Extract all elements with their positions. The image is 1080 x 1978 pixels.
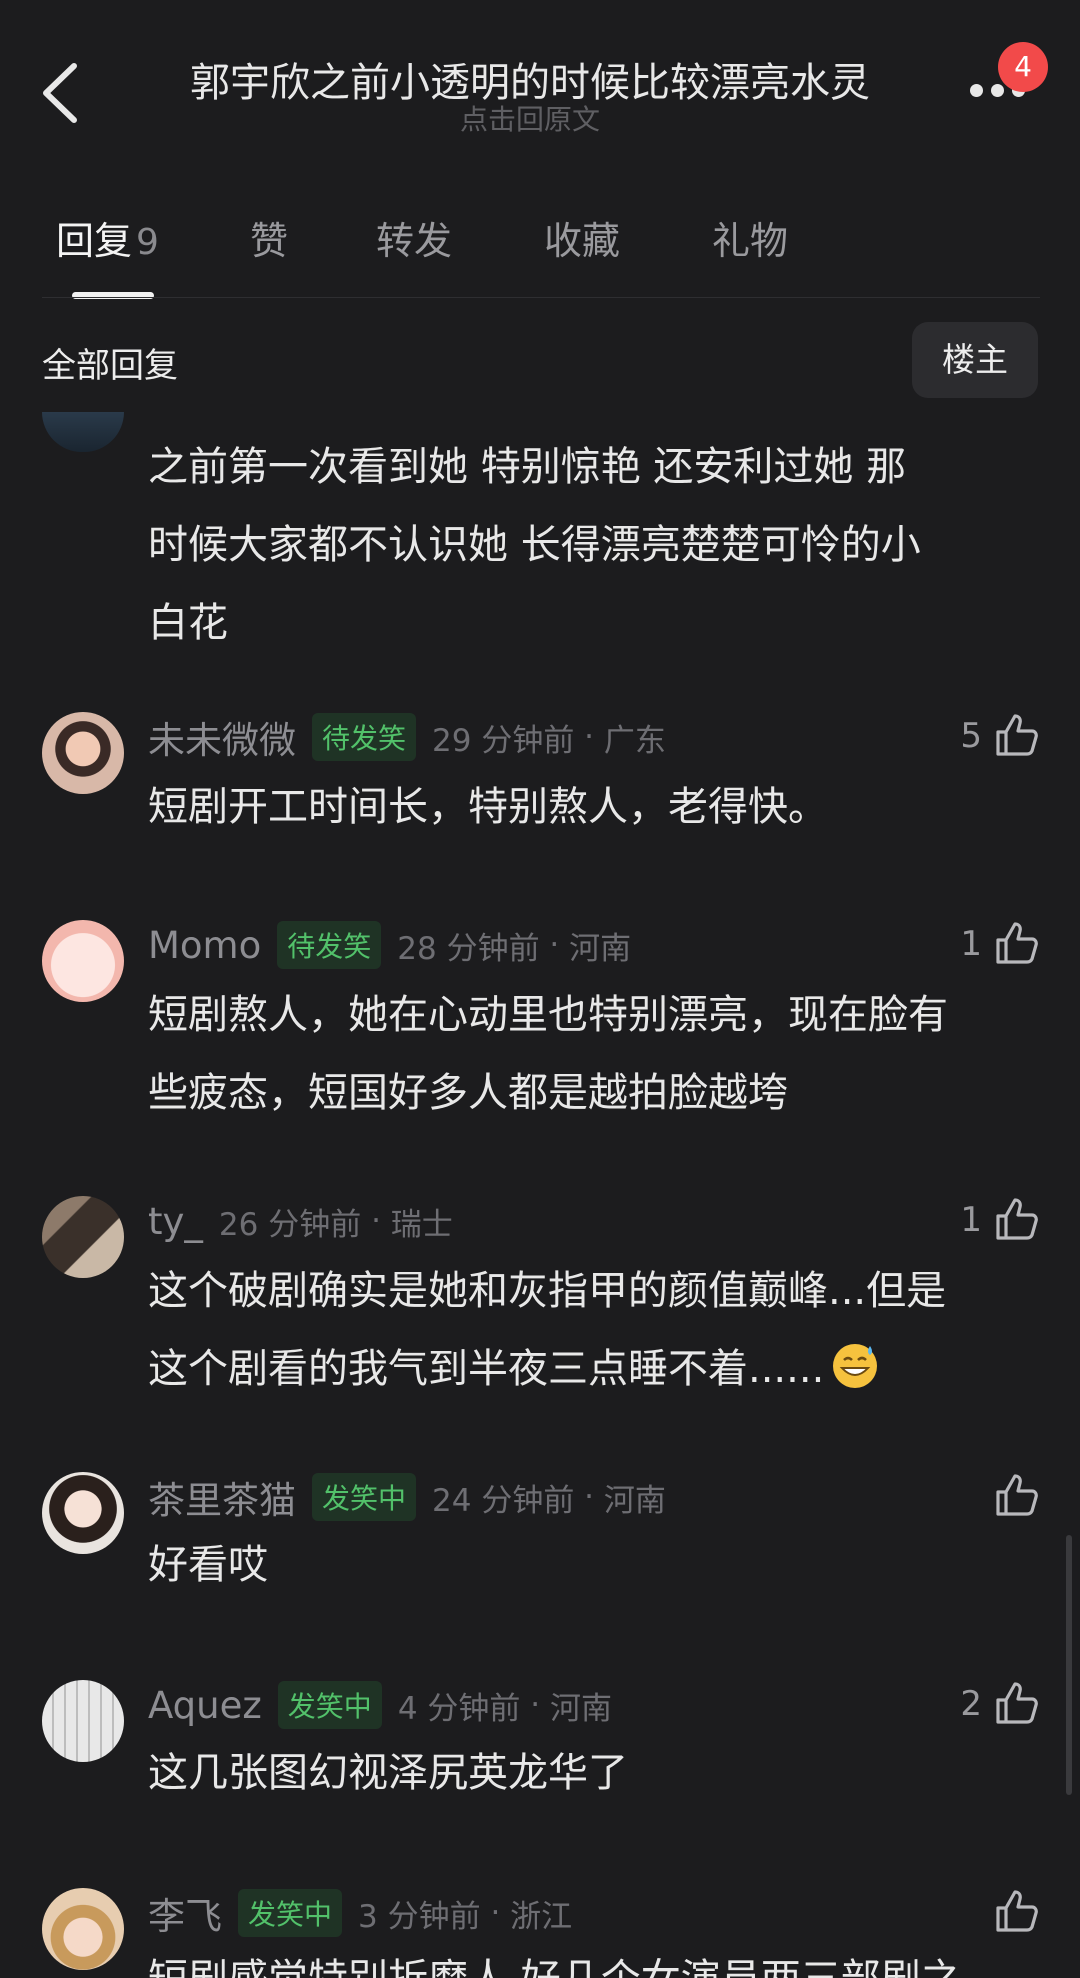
tab-gifts[interactable]: 礼物 — [712, 210, 788, 265]
section-title: 全部回复 — [42, 346, 178, 386]
timestamp: 26 分钟前 — [218, 1206, 362, 1243]
separator-dot: · — [574, 719, 604, 755]
tab-reposts[interactable]: 转发 — [376, 210, 452, 265]
location: 广东 — [603, 722, 666, 759]
comment-text: 短剧感觉特别折磨人 好几个女演员两三部剧之 — [148, 1940, 1028, 1978]
timestamp: 29 分钟前 — [432, 722, 575, 759]
comment-text: 这几张图幻视泽尻英龙华了 — [148, 1750, 628, 1796]
separator-dot: · — [520, 1687, 550, 1723]
like-count: 1 — [960, 924, 982, 964]
like-button[interactable] — [994, 712, 1040, 758]
comment-meta: 李飞 发笑中 3 分钟前 · 浙江 — [148, 1885, 572, 1941]
view-original-link[interactable]: 点击回原文 — [150, 98, 910, 138]
like-button[interactable] — [994, 1680, 1040, 1726]
more-dot-icon — [970, 84, 983, 97]
username[interactable]: Momo — [148, 924, 261, 967]
status-badge: 待发笑 — [312, 713, 417, 761]
avatar[interactable] — [42, 412, 124, 452]
reply-count: 9 — [136, 222, 159, 263]
thumbs-up-icon — [996, 1890, 1038, 1932]
thumbs-up-icon — [996, 922, 1038, 964]
scrollbar[interactable] — [1066, 1535, 1072, 1795]
more-dot-icon — [991, 84, 1004, 97]
sweat-smile-emoji-icon — [830, 1338, 880, 1416]
comment-meta: 未未微微 待发笑 29 分钟前 · 广东 — [148, 709, 666, 765]
comment-text: 之前第一次看到她 特别惊艳 还安利过她 那 时候大家都不认识她 长得漂亮楚楚可怜… — [148, 444, 921, 646]
username[interactable]: 茶里茶猫 — [148, 1470, 296, 1524]
separator-dot: · — [539, 927, 570, 963]
comment-text: 好看哎 — [148, 1542, 268, 1588]
comment-meta: 茶里茶猫 发笑中 24 分钟前 · 河南 — [148, 1469, 666, 1525]
location: 河南 — [569, 930, 632, 967]
username[interactable]: Aquez — [148, 1684, 262, 1727]
separator-dot: · — [361, 1203, 391, 1239]
comment-meta: ty_ 26 分钟前 · 瑞士 — [148, 1193, 453, 1249]
like-button[interactable] — [994, 1196, 1040, 1242]
reply-detail-screen: 郭宇欣之前小透明的时候比较漂亮水灵 点击回原文 4 回复 9 赞 转发 收藏 礼物… — [0, 0, 1080, 1978]
timestamp: 3 分钟前 — [358, 1898, 481, 1935]
location: 瑞士 — [390, 1206, 453, 1243]
comment-meta: Aquez 发笑中 4 分钟前 · 河南 — [148, 1677, 612, 1733]
avatar[interactable] — [42, 1680, 124, 1762]
username[interactable]: 李飞 — [148, 1886, 222, 1940]
tab-favorites[interactable]: 收藏 — [544, 210, 620, 265]
tab-label: 回复 — [56, 219, 133, 263]
thumbs-up-icon — [996, 1198, 1038, 1240]
location: 河南 — [603, 1482, 666, 1519]
notification-badge[interactable]: 4 — [998, 42, 1048, 92]
location: 浙江 — [510, 1898, 573, 1935]
back-button[interactable] — [36, 58, 92, 128]
timestamp: 4 分钟前 — [397, 1690, 521, 1727]
like-button[interactable] — [994, 1888, 1040, 1934]
comment-meta: Momo 待发笑 28 分钟前 · 河南 — [148, 917, 631, 973]
thumbs-up-icon — [996, 714, 1038, 756]
comment-text: 短剧熬人，她在心动里也特别漂亮，现在脸有 些疲态，短国好多人都是越拍脸越垮 — [148, 992, 948, 1116]
like-count: 2 — [960, 1684, 982, 1724]
thumbs-up-icon — [996, 1682, 1038, 1724]
avatar[interactable] — [42, 1888, 124, 1970]
avatar[interactable] — [42, 1196, 124, 1278]
chevron-left-icon — [43, 63, 77, 123]
tab-replies[interactable]: 回复 9 — [56, 210, 159, 265]
status-badge: 待发笑 — [277, 921, 382, 969]
location: 河南 — [549, 1690, 612, 1727]
comment-text: 短剧开工时间长，特别熬人，老得快。 — [148, 784, 828, 830]
comment-text: 这个破剧确实是她和灰指甲的颜值巅峰...但是 这个剧看的我气到半夜三点睡不着..… — [148, 1252, 1028, 1416]
username[interactable]: 未未微微 — [148, 710, 296, 764]
avatar[interactable] — [42, 712, 124, 794]
op-filter-button[interactable]: 楼主 — [912, 322, 1038, 398]
username[interactable]: ty_ — [148, 1200, 203, 1243]
status-badge: 发笑中 — [277, 1681, 382, 1729]
avatar[interactable] — [42, 920, 124, 1002]
timestamp: 28 分钟前 — [397, 930, 540, 967]
timestamp: 24 分钟前 — [432, 1482, 575, 1519]
like-button[interactable] — [994, 1472, 1040, 1518]
separator-dot: · — [480, 1895, 511, 1931]
thumbs-up-icon — [996, 1474, 1038, 1516]
like-button[interactable] — [994, 920, 1040, 966]
like-count: 5 — [960, 716, 982, 756]
divider — [42, 297, 1040, 298]
status-badge: 发笑中 — [312, 1473, 417, 1521]
status-badge: 发笑中 — [238, 1889, 343, 1937]
like-count: 1 — [960, 1200, 982, 1240]
tab-likes[interactable]: 赞 — [250, 210, 288, 265]
separator-dot: · — [574, 1479, 604, 1515]
avatar[interactable] — [42, 1472, 124, 1554]
